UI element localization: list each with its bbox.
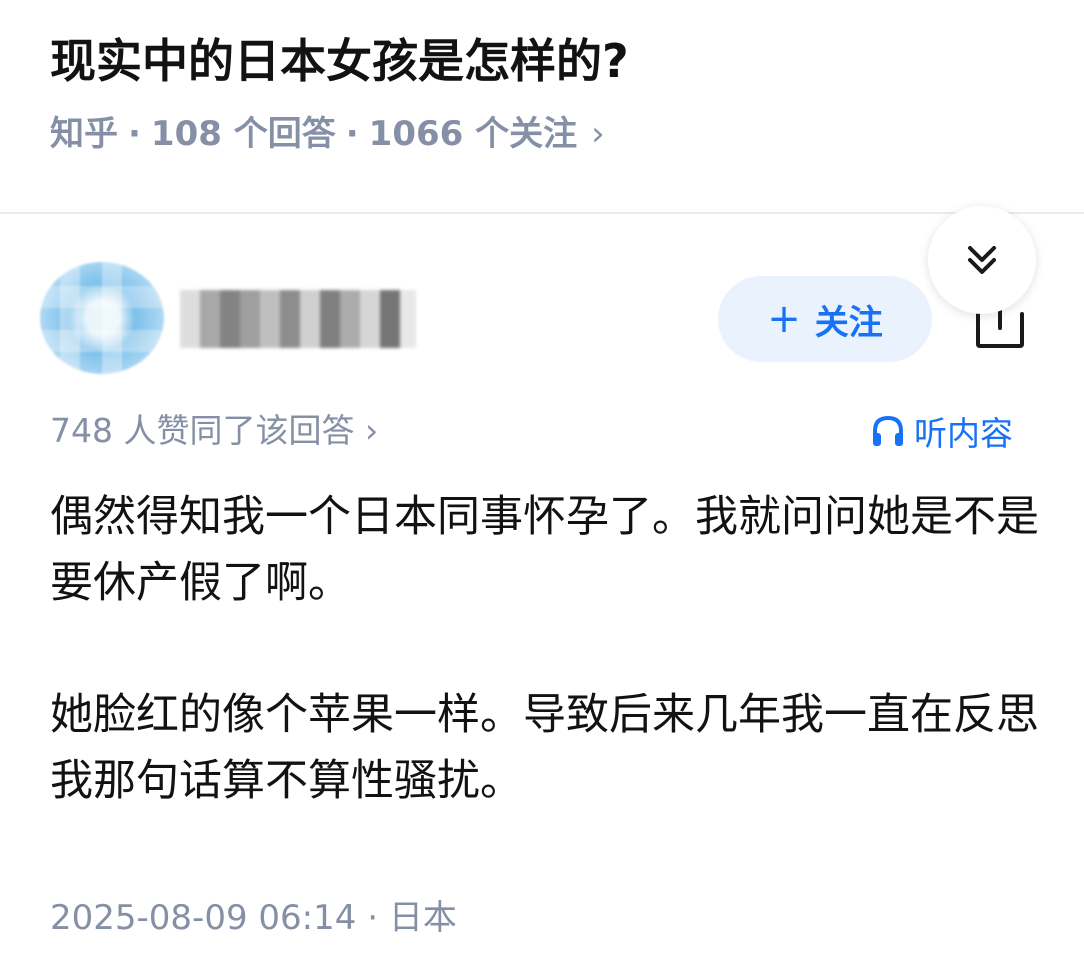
footer-separator: · <box>367 898 379 938</box>
answer-content: 偶然得知我一个日本同事怀孕了。我就问问她是不是要休产假了啊。 她脸红的像个苹果一… <box>50 484 1040 814</box>
meta-separator: · <box>345 114 359 154</box>
answer-count: 108 个回答 <box>150 114 336 154</box>
answer-paragraph: 她脸红的像个苹果一样。导致后来几年我一直在反思我那句话算不算性骚扰。 <box>50 690 1039 806</box>
vote-count-row[interactable]: 748 人赞同了该回答 › <box>50 404 378 458</box>
double-chevron-down-icon <box>968 246 996 274</box>
plus-icon: + <box>767 296 801 342</box>
divider <box>0 212 1084 214</box>
follower-count: 1066 个关注 <box>368 114 578 154</box>
chevron-right-icon: › <box>591 114 605 154</box>
meta-separator: · <box>128 114 141 154</box>
question-meta[interactable]: 知乎 · 108 个回答 · 1066 个关注 › <box>50 108 605 160</box>
collapse-button[interactable] <box>928 206 1036 314</box>
headphones-icon <box>873 415 903 446</box>
vote-count: 748 人赞同了该回答 <box>50 411 355 450</box>
answer-paragraph: 偶然得知我一个日本同事怀孕了。我就问问她是不是要休产假了啊。 <box>50 492 1039 608</box>
chevron-right-icon: › <box>364 411 379 450</box>
author-name-blurred[interactable] <box>180 290 416 348</box>
answer-date: 2025-08-09 06:14 <box>50 898 357 938</box>
avatar[interactable] <box>40 262 164 374</box>
source-label: 知乎 <box>50 114 118 154</box>
answer-location: 日本 <box>388 898 457 938</box>
listen-label: 听内容 <box>914 414 1013 453</box>
follow-button[interactable]: + 关注 <box>718 276 932 362</box>
answer-footer: 2025-08-09 06:14 · 日本 <box>50 890 457 946</box>
follow-label: 关注 <box>814 302 883 343</box>
listen-button[interactable]: 听内容 <box>870 404 1013 458</box>
question-title[interactable]: 现实中的日本女孩是怎样的? <box>50 24 629 98</box>
